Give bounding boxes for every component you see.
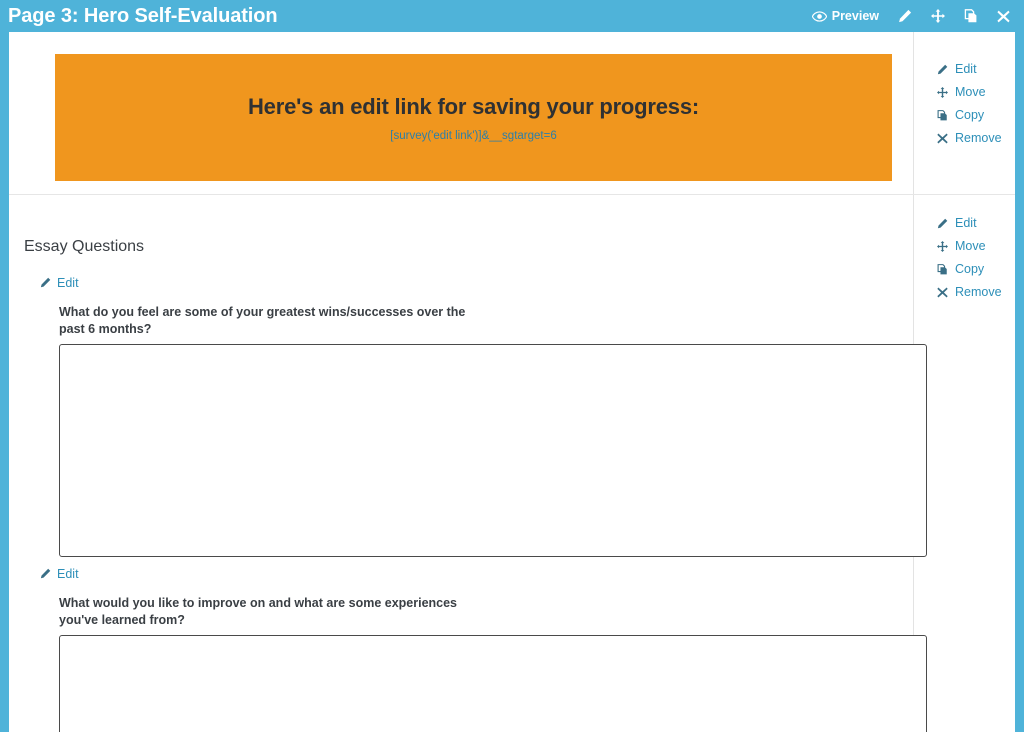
question-textarea[interactable] xyxy=(59,344,927,557)
copy-icon xyxy=(936,110,949,121)
rail-copy-button[interactable]: Copy xyxy=(936,258,1015,281)
question-label: What would you like to improve on and wh… xyxy=(59,596,458,627)
rail-edit-label: Edit xyxy=(955,216,977,231)
action-panel-banner: Edit Move Copy Remove xyxy=(914,58,1015,150)
pencil-icon xyxy=(936,218,949,229)
essay-questions-title: Essay Questions xyxy=(24,238,145,255)
block-divider xyxy=(9,194,1015,195)
move-arrows-icon xyxy=(936,241,949,252)
action-rail: Edit Move Copy Remove Edit Move Copy Rem… xyxy=(914,32,1015,732)
orange-banner: Here's an edit link for saving your prog… xyxy=(55,54,892,181)
pencil-icon[interactable] xyxy=(898,9,912,23)
move-arrows-icon xyxy=(936,87,949,98)
app-frame: Page 3: Hero Self-Evaluation Preview Her… xyxy=(0,0,1024,732)
pencil-icon xyxy=(39,277,52,288)
rail-move-button[interactable]: Move xyxy=(936,235,1015,258)
builder-canvas: Here's an edit link for saving your prog… xyxy=(9,32,1015,732)
banner-edit-link[interactable]: [survey('edit link')]&__sgtarget=6 xyxy=(390,130,556,142)
eye-icon xyxy=(811,10,827,22)
banner-heading: Here's an edit link for saving your prog… xyxy=(247,93,700,119)
rail-copy-button[interactable]: Copy xyxy=(936,104,1015,127)
rail-remove-label: Remove xyxy=(955,285,1002,300)
close-icon xyxy=(936,133,949,144)
banner-block[interactable]: Here's an edit link for saving your prog… xyxy=(9,32,1015,195)
pencil-icon xyxy=(39,568,52,579)
close-icon[interactable] xyxy=(997,10,1010,23)
question-label: What do you feel are some of your greate… xyxy=(59,305,466,336)
question-edit-label: Edit xyxy=(57,566,79,581)
rail-move-button[interactable]: Move xyxy=(936,81,1015,104)
rail-copy-label: Copy xyxy=(955,108,985,123)
rail-move-label: Move xyxy=(955,85,986,100)
rail-remove-button[interactable]: Remove xyxy=(936,127,1015,150)
question-edit-link[interactable]: Edit xyxy=(39,276,79,290)
page-title: Page 3: Hero Self-Evaluation xyxy=(8,5,278,27)
titlebar-actions: Preview xyxy=(811,9,1010,23)
preview-label: Preview xyxy=(831,9,879,23)
pencil-icon xyxy=(936,64,949,75)
page-titlebar: Page 3: Hero Self-Evaluation Preview xyxy=(0,0,1024,32)
rail-copy-label: Copy xyxy=(955,262,985,277)
rail-move-label: Move xyxy=(955,239,986,254)
question-item: Edit What would you like to improve on a… xyxy=(39,566,927,732)
close-icon xyxy=(936,287,949,298)
question-edit-link[interactable]: Edit xyxy=(39,567,79,581)
question-item: Edit What do you feel are some of your g… xyxy=(39,275,927,557)
copy-icon xyxy=(936,264,949,275)
question-textarea[interactable] xyxy=(59,635,927,732)
rail-remove-label: Remove xyxy=(955,131,1002,146)
rail-remove-button[interactable]: Remove xyxy=(936,281,1015,304)
rail-edit-label: Edit xyxy=(955,62,977,77)
action-panel-essay: Edit Move Copy Remove xyxy=(914,212,1015,304)
rail-edit-button[interactable]: Edit xyxy=(936,212,1015,235)
preview-button[interactable]: Preview xyxy=(811,9,879,23)
rail-edit-button[interactable]: Edit xyxy=(936,58,1015,81)
move-arrows-icon[interactable] xyxy=(931,9,945,23)
question-edit-label: Edit xyxy=(57,275,79,290)
copy-icon[interactable] xyxy=(964,9,978,23)
